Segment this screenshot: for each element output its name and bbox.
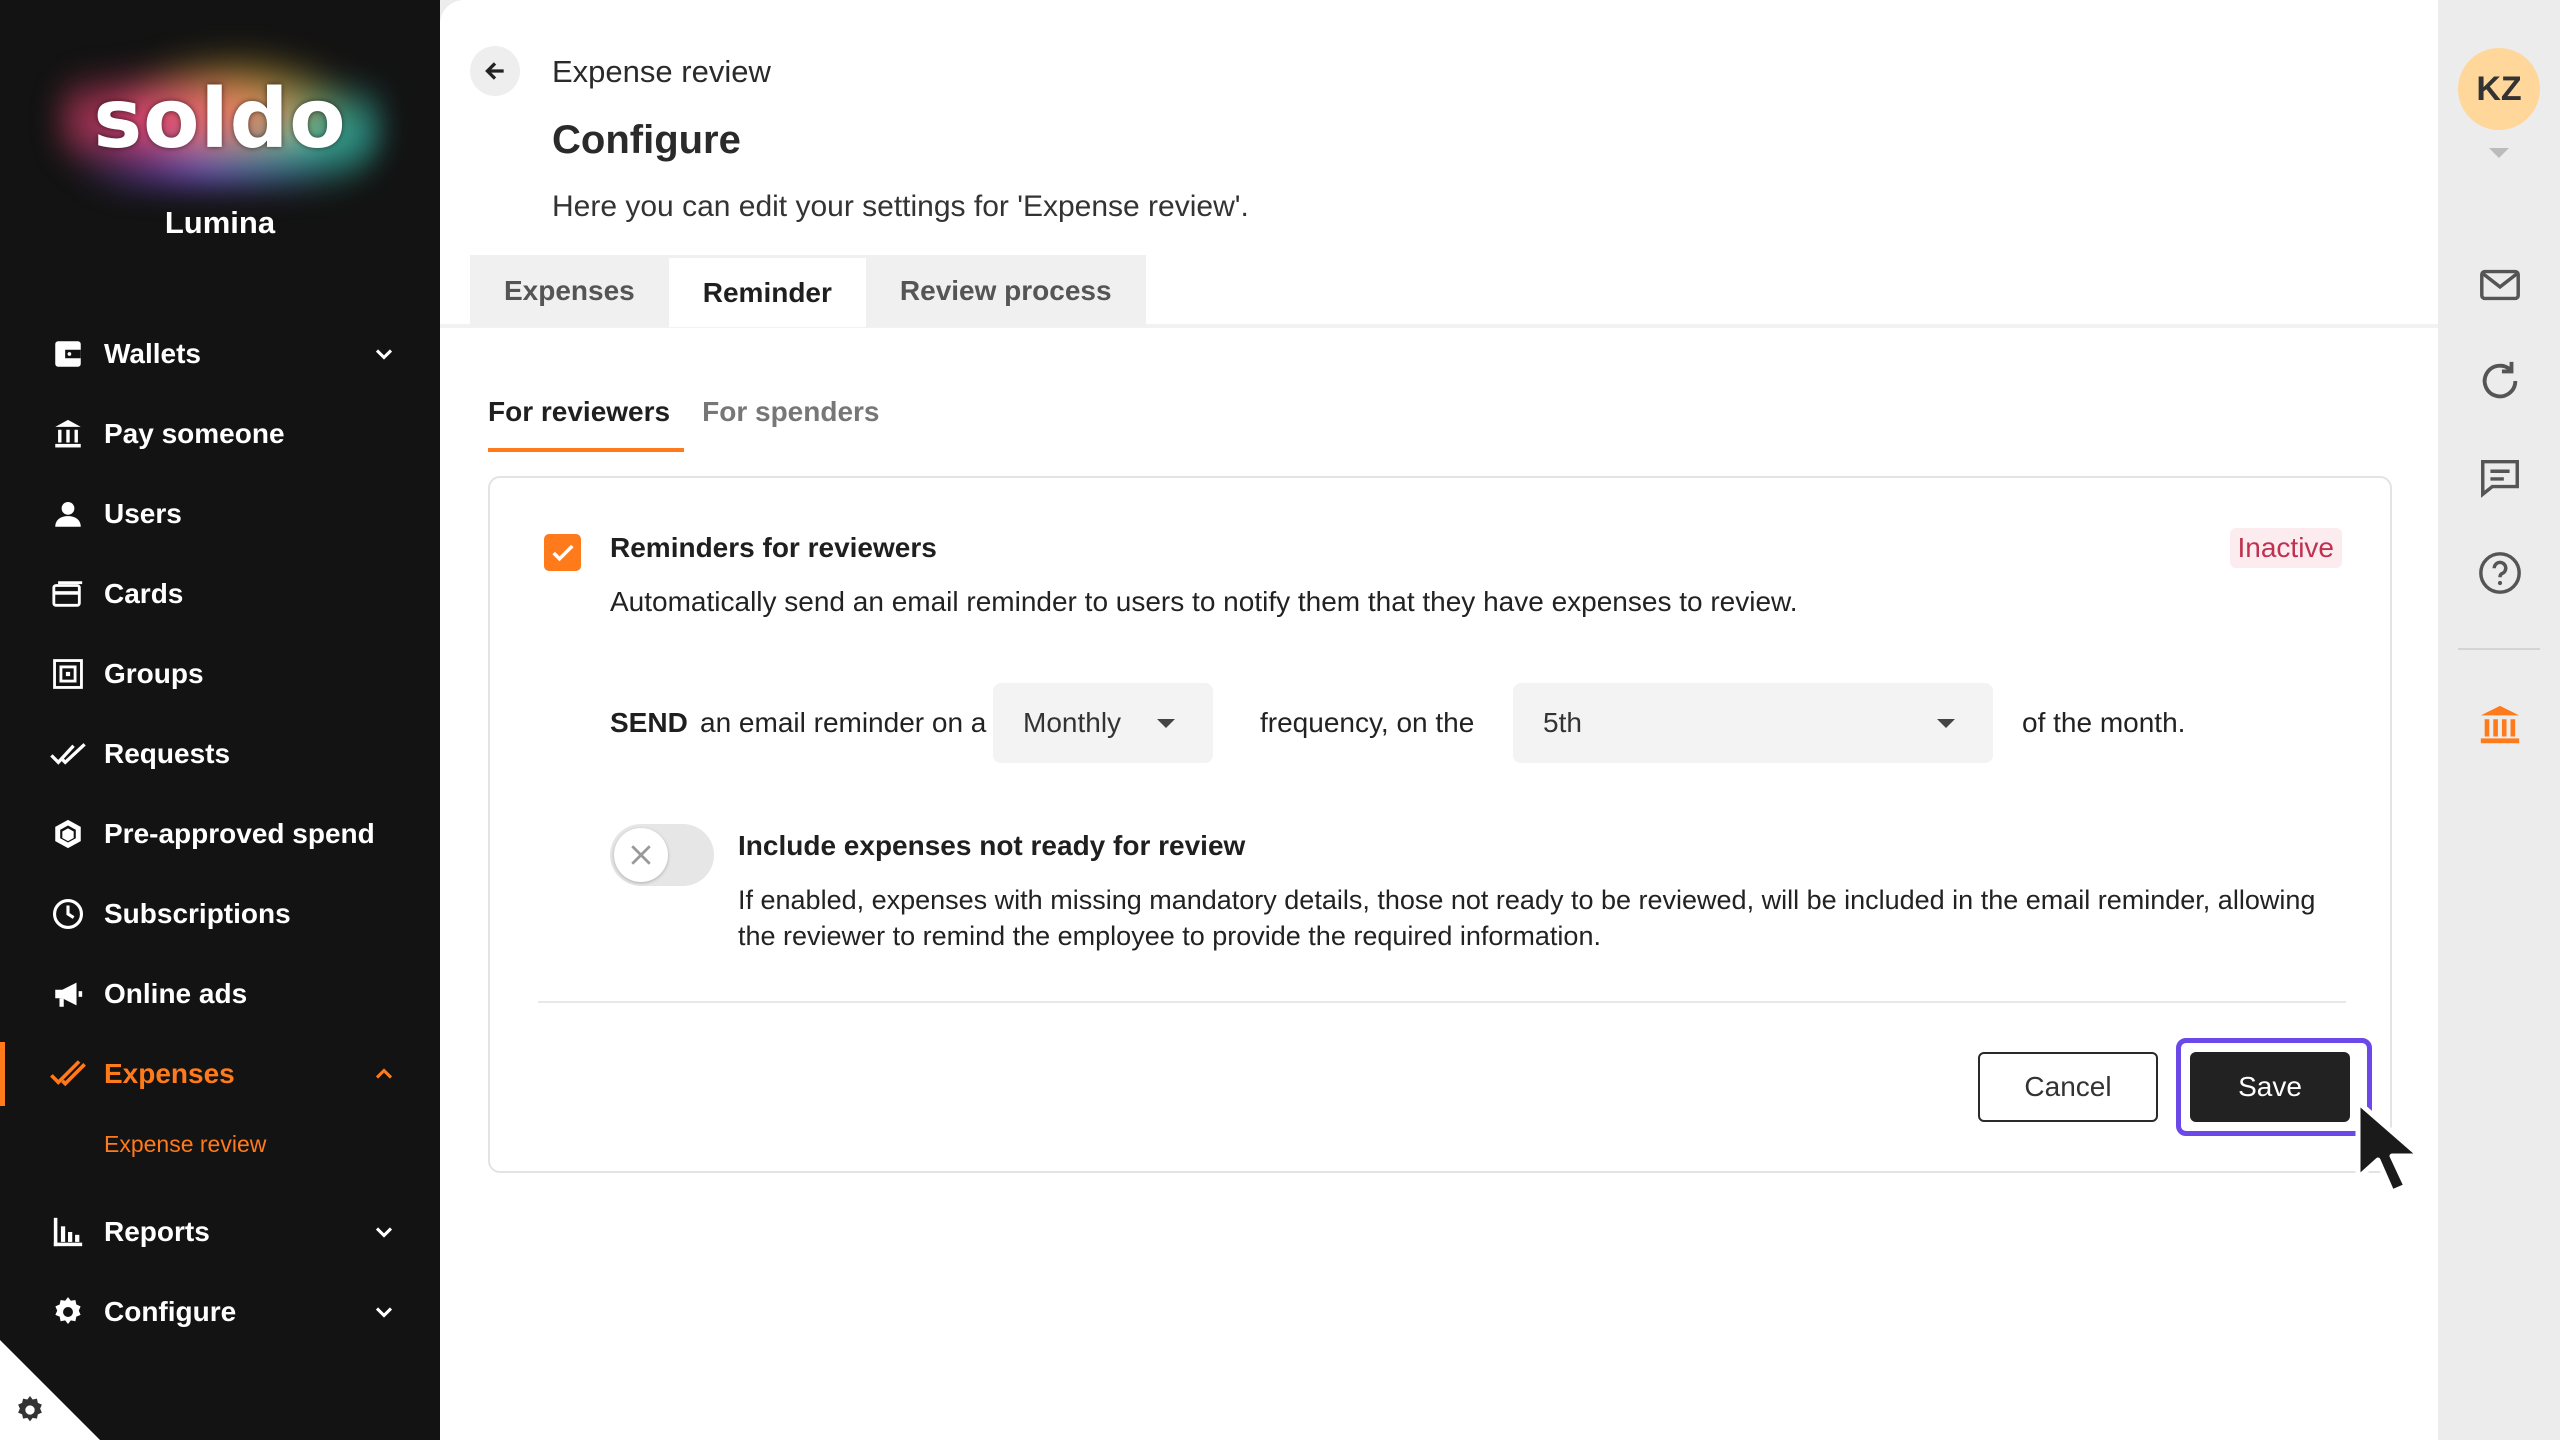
back-button[interactable] <box>470 46 520 96</box>
nav-item-wallets[interactable]: Wallets <box>0 314 440 394</box>
include-expenses-description: If enabled, expenses with missing mandat… <box>738 885 2316 951</box>
frequency-value: Monthly <box>1023 707 1122 738</box>
tab-expenses[interactable]: Expenses <box>470 255 669 327</box>
settings-gear-icon[interactable] <box>14 1394 46 1426</box>
shield-icon <box>50 816 86 852</box>
wallet-icon <box>50 336 86 372</box>
main-navigation: Wallets Pay someone Users Cards Groups R… <box>0 314 440 1352</box>
main-content: Expense review Configure Here you can ed… <box>440 0 2438 1440</box>
frequency-text: frequency, on the <box>1260 707 1475 738</box>
mail-icon[interactable] <box>2477 262 2523 308</box>
reminders-description: Automatically send an email reminder to … <box>610 586 1798 617</box>
subtab-for-reviewers[interactable]: For reviewers <box>488 390 685 452</box>
subtab-bar: For reviewers For spenders <box>488 390 894 452</box>
arrow-left-icon <box>485 62 504 80</box>
nav-label-configure: Configure <box>104 1296 237 1327</box>
page-title: Configure <box>552 118 741 162</box>
toggle-knob <box>614 828 668 882</box>
nav-label-wallets: Wallets <box>104 338 201 369</box>
close-icon <box>631 845 651 865</box>
reminder-settings-card: Reminders for reviewers Inactive Automat… <box>488 476 2423 1195</box>
tab-bar: Expenses Reminder Review process <box>470 255 1146 327</box>
bank-icon[interactable] <box>2477 702 2523 748</box>
include-expenses-title: Include expenses not ready for review <box>738 830 1246 861</box>
nav-item-reports[interactable]: Reports <box>0 1192 440 1272</box>
soldo-logo[interactable]: soldo <box>60 50 380 190</box>
nav-label-online-ads: Online ads <box>104 978 248 1009</box>
nav-label-cards: Cards <box>104 578 184 609</box>
tab-reminder[interactable]: Reminder <box>668 255 866 327</box>
nav-item-cards[interactable]: Cards <box>0 554 440 634</box>
subtab-for-spenders[interactable]: For spenders <box>702 390 893 452</box>
nav-item-users[interactable]: Users <box>0 474 440 554</box>
caret-down-icon <box>1937 719 1955 728</box>
month-suffix-text: of the month. <box>2022 707 2186 738</box>
card-divider <box>538 1001 2346 1003</box>
chevron-down-icon <box>375 1227 393 1238</box>
frequency-select[interactable]: Monthly <box>993 683 1213 763</box>
send-text: an email reminder on a <box>700 707 987 738</box>
nav-label-expenses: Expenses <box>104 1058 235 1089</box>
nav-label-reports: Reports <box>104 1216 210 1247</box>
tab-review-process[interactable]: Review process <box>865 255 1146 327</box>
checkmark-icon <box>551 544 574 561</box>
nav-label-pre-approved-spend: Pre-approved spend <box>104 818 375 849</box>
nav-item-groups[interactable]: Groups <box>0 634 440 714</box>
cards-icon <box>50 576 86 612</box>
avatar[interactable]: KZ <box>2458 48 2540 130</box>
nav-label-groups: Groups <box>104 658 204 689</box>
nav-item-requests[interactable]: Requests <box>0 714 440 794</box>
avatar-caret-icon[interactable] <box>2489 148 2509 158</box>
day-select[interactable]: 5th <box>1513 683 1993 763</box>
page-description: Here you can edit your settings for 'Exp… <box>552 190 1249 223</box>
reminders-title: Reminders for reviewers <box>610 532 937 563</box>
cancel-button[interactable]: Cancel <box>1978 1052 2158 1122</box>
help-icon[interactable] <box>2477 550 2523 596</box>
bar-chart-icon <box>50 1214 86 1250</box>
nav-label-subscriptions: Subscriptions <box>104 898 291 929</box>
chevron-up-icon <box>375 1068 393 1079</box>
logo-text: soldo <box>93 72 347 167</box>
requests-icon <box>50 736 86 772</box>
nav-subitem-expense-review[interactable]: Expense review <box>0 1114 440 1174</box>
user-icon <box>50 496 86 532</box>
nav-item-pay-someone[interactable]: Pay someone <box>0 394 440 474</box>
megaphone-icon <box>50 976 86 1012</box>
chevron-down-icon <box>375 349 393 360</box>
nav-item-online-ads[interactable]: Online ads <box>0 954 440 1034</box>
nav-item-expenses[interactable]: Expenses <box>0 1034 440 1114</box>
save-button[interactable]: Save <box>2190 1052 2350 1122</box>
status-badge: Inactive <box>2229 528 2342 568</box>
nav-label-pay-someone: Pay someone <box>104 418 285 449</box>
day-value: 5th <box>1543 707 1582 738</box>
mouse-pointer-icon <box>2355 1099 2423 1195</box>
gear-icon <box>50 1294 86 1330</box>
organization-name: Lumina <box>164 205 276 240</box>
reminders-checkbox[interactable] <box>544 534 581 571</box>
groups-icon <box>50 656 86 692</box>
send-schedule-row: SEND an email reminder on a Monthly freq… <box>610 683 2310 763</box>
refresh-icon[interactable] <box>2477 358 2523 404</box>
nav-label-requests: Requests <box>104 738 231 769</box>
bank-transfer-icon <box>50 416 86 452</box>
clock-icon <box>50 896 86 932</box>
breadcrumb[interactable]: Expense review <box>552 54 771 90</box>
chat-icon[interactable] <box>2477 454 2523 500</box>
nav-item-configure[interactable]: Configure <box>0 1272 440 1352</box>
right-rail: KZ <box>2438 0 2560 1440</box>
caret-down-icon <box>1157 719 1175 728</box>
rail-divider <box>2458 648 2540 650</box>
chevron-down-icon <box>375 1307 393 1318</box>
nav-item-pre-approved-spend[interactable]: Pre-approved spend <box>0 794 440 874</box>
send-label: SEND <box>610 707 688 738</box>
include-expenses-toggle[interactable] <box>610 824 714 886</box>
sidebar: soldo Lumina Wallets Pay someone Users C… <box>0 0 440 1440</box>
nav-label-users: Users <box>104 498 182 529</box>
check-icon <box>50 1056 86 1092</box>
nav-item-subscriptions[interactable]: Subscriptions <box>0 874 440 954</box>
